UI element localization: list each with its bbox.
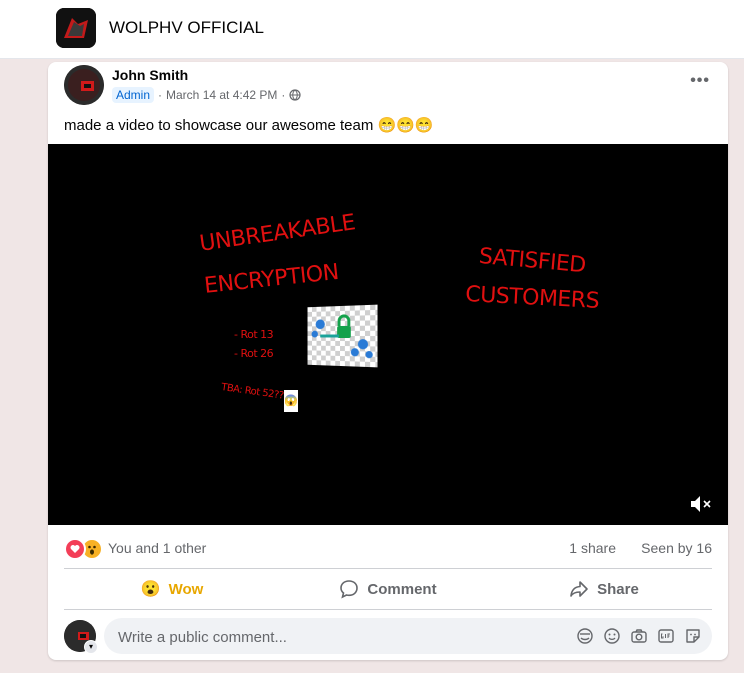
- scream-emoji: 😱: [284, 390, 298, 412]
- reactions-summary: You and 1 other 1 share Seen by 16: [64, 536, 712, 560]
- globe-icon: [289, 89, 302, 101]
- wow-icon: 😮: [140, 581, 161, 598]
- admin-badge[interactable]: Admin: [112, 87, 155, 103]
- post-timestamp[interactable]: March 14 at 4:42 PM: [166, 88, 277, 102]
- video-text-line: SATISFIED: [477, 244, 587, 279]
- sticker-icon[interactable]: [684, 627, 702, 645]
- comment-button[interactable]: Comment: [280, 571, 496, 607]
- video-text-line: ENCRYPTION: [203, 259, 340, 299]
- emoji-icon[interactable]: [603, 627, 621, 645]
- comment-box[interactable]: [104, 618, 712, 656]
- video-text-line: UNBREAKABLE: [198, 210, 357, 257]
- share-label: Share: [597, 580, 639, 598]
- author-avatar[interactable]: [64, 65, 104, 105]
- post-card: John Smith Admin · March 14 at 4:42 PM ·…: [48, 62, 728, 660]
- post-meta: Admin · March 14 at 4:42 PM ·: [112, 87, 302, 103]
- video-player[interactable]: UNBREAKABLE ENCRYPTION SATISFIED CUSTOME…: [48, 144, 728, 525]
- comment-icon: [340, 580, 359, 599]
- wow-reaction-button[interactable]: 😮 Wow: [64, 571, 280, 607]
- gif-icon[interactable]: [657, 627, 675, 645]
- seen-count[interactable]: Seen by 16: [641, 540, 712, 556]
- share-icon: [570, 581, 588, 597]
- more-options-button[interactable]: •••: [690, 72, 710, 90]
- reaction-icons[interactable]: [64, 538, 103, 560]
- video-text-line: - Rot 26: [234, 347, 274, 360]
- post-actions: 😮 Wow Comment Share: [64, 571, 712, 607]
- camera-icon[interactable]: [630, 627, 648, 645]
- video-text-line: CUSTOMERS: [464, 282, 600, 314]
- meta-separator: ·: [281, 88, 286, 102]
- share-count[interactable]: 1 share: [569, 540, 616, 556]
- video-text-line: - Rot 13: [234, 328, 274, 341]
- video-text-line: TBA: Rot 52???: [220, 382, 289, 403]
- divider: [64, 609, 712, 610]
- lock-gears-image: [307, 304, 378, 368]
- comment-tools: [576, 627, 702, 645]
- comment-input[interactable]: [116, 618, 560, 656]
- wow-label: Wow: [168, 580, 204, 598]
- share-button[interactable]: Share: [496, 571, 712, 607]
- comment-label: Comment: [367, 580, 437, 598]
- comment-composer: ▾: [64, 618, 712, 656]
- avatar-sticker-icon[interactable]: [576, 627, 594, 645]
- reactions-label[interactable]: You and 1 other: [108, 540, 206, 556]
- group-name[interactable]: WOLPHV OFFICIAL: [109, 18, 264, 38]
- meta-separator: ·: [158, 88, 163, 102]
- post-text: made a video to showcase our awesome tea…: [64, 117, 434, 134]
- mute-icon[interactable]: [690, 495, 712, 513]
- group-header: WOLPHV OFFICIAL: [0, 0, 744, 59]
- love-icon: [64, 538, 86, 560]
- chevron-down-icon[interactable]: ▾: [84, 640, 98, 654]
- group-avatar[interactable]: [56, 8, 96, 48]
- divider: [64, 568, 712, 569]
- author-name[interactable]: John Smith: [112, 67, 188, 83]
